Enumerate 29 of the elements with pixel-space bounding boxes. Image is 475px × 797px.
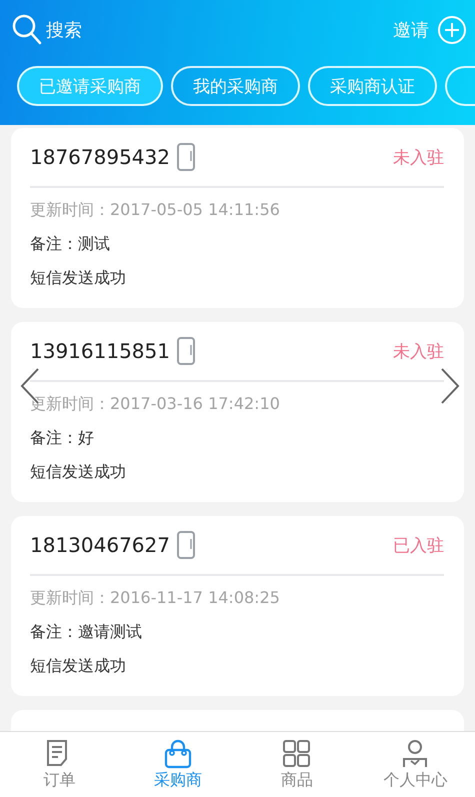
add-icon bbox=[437, 15, 467, 45]
sms-status: 短信发送成功 bbox=[30, 462, 127, 483]
grid-icon bbox=[282, 738, 312, 768]
note-text: 备注：邀请测试 bbox=[30, 622, 143, 643]
nav-tab[interactable]: 商品 bbox=[238, 732, 356, 797]
phone-number: 18767895432 bbox=[30, 145, 170, 169]
bag-icon bbox=[164, 738, 193, 768]
phone-number: 18130467627 bbox=[30, 533, 170, 557]
phone-icon bbox=[176, 337, 196, 365]
note-text: 备注：好 bbox=[30, 428, 95, 449]
status-label: 未入驻 bbox=[393, 340, 444, 362]
invite-label[interactable]: 邀请 bbox=[393, 18, 429, 42]
phone-icon bbox=[176, 143, 196, 171]
sms-status: 短信发送成功 bbox=[30, 268, 127, 289]
sms-status: 短信发送成功 bbox=[30, 656, 127, 677]
update-time: 更新时间：2017-05-05 14:11:56 bbox=[30, 200, 281, 221]
status-label: 已入驻 bbox=[393, 534, 444, 556]
tab[interactable]: 我的采购商 bbox=[171, 66, 300, 106]
phone-number: 13916115851 bbox=[30, 339, 170, 363]
phone-icon bbox=[176, 531, 196, 559]
tab[interactable]: 采购商认证 bbox=[308, 66, 437, 106]
update-time: 更新时间：2016-11-17 14:08:25 bbox=[30, 588, 281, 609]
nav-tab[interactable]: 订单 bbox=[0, 732, 119, 797]
status-label: 未入驻 bbox=[393, 146, 444, 168]
nav-tab[interactable]: 采购商 bbox=[118, 732, 238, 797]
search-button[interactable]: 搜索 bbox=[46, 18, 82, 42]
tab[interactable]: 已邀请采购商 bbox=[17, 66, 163, 106]
nav-tab[interactable]: 个人中心 bbox=[356, 732, 475, 797]
note-text: 备注：测试 bbox=[30, 234, 111, 255]
